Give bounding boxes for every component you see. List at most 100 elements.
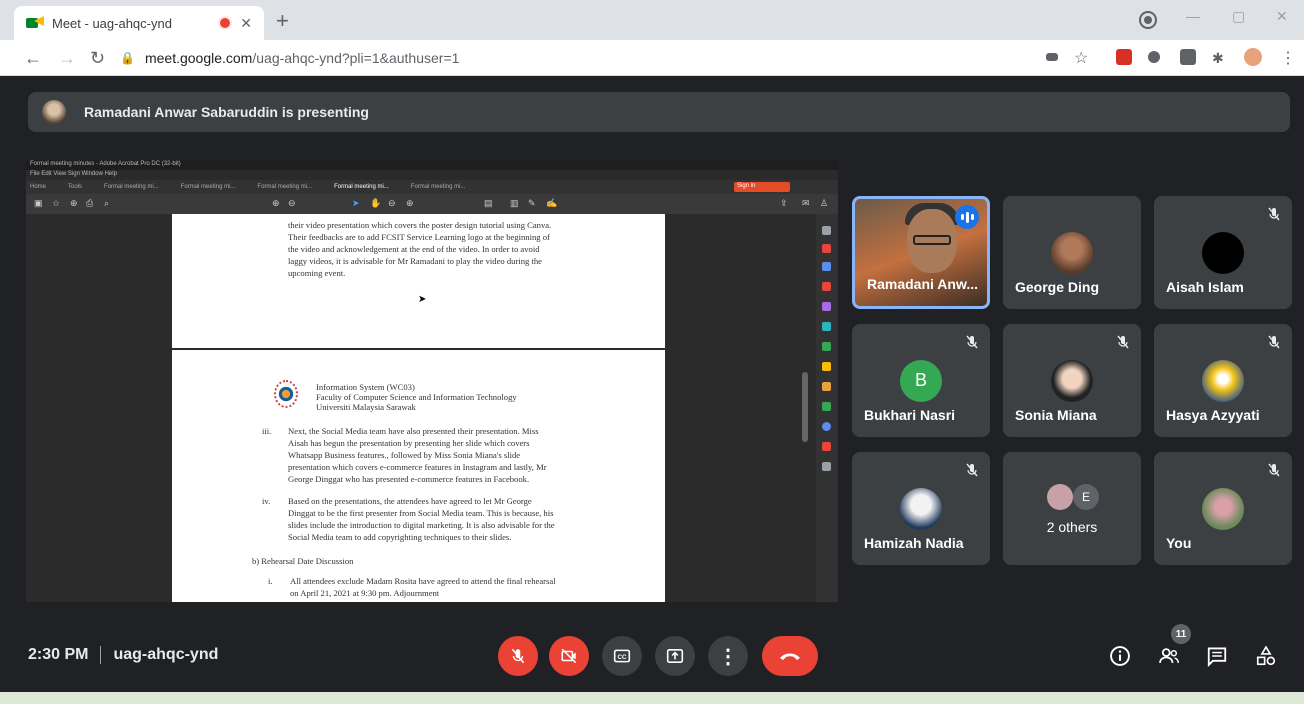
search-icon[interactable]	[822, 226, 831, 235]
pdf-tab-active[interactable]: Formal meeting mi...	[334, 184, 389, 190]
user-icon[interactable]: ♙	[820, 198, 828, 209]
meet-stage: Ramadani Anwar Sabaruddin is presenting …	[0, 76, 1304, 692]
send-icon[interactable]	[822, 442, 831, 451]
print-icon[interactable]: ⎙	[86, 198, 93, 209]
address-bar: ← → ↻ 🔒 meet.google.com/uag-ahqc-ynd?pli…	[0, 40, 1304, 76]
page-text-line: their video presentation which covers th…	[288, 220, 552, 230]
highlight-icon[interactable]: ▥	[510, 198, 519, 209]
pdf-tab[interactable]: Formal meeting mi...	[411, 184, 466, 190]
close-window-icon[interactable]: ✕	[1276, 8, 1288, 25]
pdf-menu: File Edit View Sign Window Help	[26, 170, 838, 180]
pdf-tab[interactable]: Home	[30, 184, 46, 190]
forward-icon[interactable]: →	[58, 48, 76, 69]
page-up-icon[interactable]: ⊕	[272, 198, 280, 209]
mic-off-icon	[1268, 463, 1280, 477]
list-marker: iii.	[262, 426, 272, 436]
participant-tile-bukhari[interactable]: B Bukhari Nasri	[852, 324, 990, 437]
more-tools-icon[interactable]	[822, 462, 831, 471]
camera-icon[interactable]	[1046, 53, 1058, 61]
participant-tile-aisah[interactable]: Aisah Islam	[1154, 196, 1292, 309]
new-tab-icon[interactable]: +	[276, 8, 289, 34]
participant-tile-ramadani[interactable]: Ramadani Anw...	[852, 196, 990, 309]
pen-icon[interactable]: ✎	[528, 198, 536, 209]
pdf-tab[interactable]: Tools	[68, 184, 82, 190]
pdf-scrollbar[interactable]	[802, 372, 808, 442]
participant-name: 2 others	[1046, 519, 1098, 535]
microphone-button[interactable]	[498, 636, 538, 676]
banner-text: Ramadani Anwar Sabaruddin is presenting	[84, 104, 369, 120]
participant-avatar	[1047, 484, 1073, 510]
url-field[interactable]: 🔒 meet.google.com/uag-ahqc-ynd?pli=1&aut…	[120, 45, 1020, 71]
zoom-in-icon[interactable]: ⊕	[406, 198, 414, 209]
mic-off-icon	[966, 335, 978, 349]
mail-icon[interactable]: ✉	[802, 198, 810, 209]
share-icon[interactable]: ⇪	[780, 198, 788, 209]
pdf-tab[interactable]: Formal meeting mi...	[181, 184, 236, 190]
participant-name: Aisah Islam	[1166, 279, 1244, 295]
scan-icon[interactable]	[822, 362, 831, 371]
participant-count-badge: 11	[1171, 624, 1191, 644]
back-icon[interactable]: ←	[24, 48, 42, 69]
lock-icon: 🔒	[120, 51, 135, 65]
close-tab-icon[interactable]: ✕	[240, 15, 252, 32]
optimize-icon[interactable]	[822, 402, 831, 411]
create-pdf-icon[interactable]	[822, 262, 831, 271]
browser-profile-icon[interactable]	[1141, 13, 1155, 27]
star-icon[interactable]: ☆	[52, 198, 60, 209]
more-options-button[interactable]: ⋮	[708, 636, 748, 676]
maximize-icon[interactable]: ▢	[1232, 8, 1245, 25]
menu-icon[interactable]: ⋮	[1280, 48, 1296, 68]
pdf-window-title: Formal meeting minutes - Adobe Acrobat P…	[26, 160, 838, 170]
speaking-indicator-icon	[955, 205, 979, 229]
minimize-icon[interactable]: —	[1186, 8, 1200, 24]
export-pdf-icon[interactable]	[822, 244, 831, 253]
protect-icon[interactable]	[822, 382, 831, 391]
chat-button[interactable]	[1205, 644, 1229, 668]
people-button[interactable]	[1157, 644, 1181, 668]
camera-button[interactable]	[549, 636, 589, 676]
comment-icon[interactable]: ▤	[484, 198, 493, 209]
captions-button[interactable]: CC	[602, 636, 642, 676]
bookmark-star-icon[interactable]: ☆	[1074, 48, 1088, 68]
pdf-page: Information System (WC03) Faculty of Com…	[172, 350, 665, 602]
participant-tile-others[interactable]: E 2 others	[1003, 452, 1141, 565]
combine-icon[interactable]	[822, 322, 831, 331]
extension-icon[interactable]	[1148, 51, 1160, 63]
participant-tile-george[interactable]: George Ding	[1003, 196, 1141, 309]
camera-off-icon	[561, 648, 577, 664]
save-icon[interactable]: ▣	[34, 198, 43, 209]
page-text-line: George Dinggat who has presented e-comme…	[288, 474, 530, 484]
puzzle-icon[interactable]: ✱	[1212, 50, 1224, 67]
edit-pdf-icon[interactable]	[822, 282, 831, 291]
fill-sign-icon[interactable]	[822, 422, 831, 431]
page-down-icon[interactable]: ⊖	[288, 198, 296, 209]
hand-icon[interactable]: ✋	[370, 198, 381, 209]
present-button[interactable]	[655, 636, 695, 676]
pdf-tab[interactable]: Formal meeting mi...	[257, 184, 312, 190]
upload-icon[interactable]: ⊕	[70, 198, 78, 209]
profile-avatar[interactable]	[1244, 48, 1262, 66]
participant-tile-hasya[interactable]: Hasya Azyyati	[1154, 324, 1292, 437]
participant-tile-hamizah[interactable]: Hamizah Nadia	[852, 452, 990, 565]
page-text-line: Next, the Social Media team have also pr…	[288, 426, 539, 436]
url-host: meet.google.com	[144, 50, 253, 66]
activities-button[interactable]	[1254, 644, 1278, 668]
presenting-banner: Ramadani Anwar Sabaruddin is presenting	[28, 92, 1290, 132]
participant-tile-you[interactable]: You	[1154, 452, 1292, 565]
pdf-tab[interactable]: Formal meeting mi...	[104, 184, 159, 190]
organize-icon[interactable]	[822, 342, 831, 351]
select-cursor-icon[interactable]: ➤	[352, 198, 360, 209]
pdf-sign-in-button[interactable]: Sign in	[734, 182, 790, 192]
sign-icon[interactable]: ✍	[546, 198, 557, 209]
browser-tab[interactable]: Meet - uag-ahqc-ynd ✕	[14, 6, 264, 40]
zoom-out-icon[interactable]: ⊖	[388, 198, 396, 209]
reload-icon[interactable]: ↻	[90, 48, 105, 69]
zoom-icon[interactable]: ⌕	[104, 198, 109, 209]
comment-tool-icon[interactable]	[822, 302, 831, 311]
leave-call-button[interactable]	[762, 636, 818, 676]
pdf-extension-icon[interactable]	[1116, 49, 1132, 65]
extension-icon[interactable]	[1180, 49, 1196, 65]
pdf-tabs: Home Tools Formal meeting mi... Formal m…	[26, 180, 838, 194]
meeting-details-button[interactable]	[1108, 644, 1132, 668]
participant-tile-sonia[interactable]: Sonia Miana	[1003, 324, 1141, 437]
